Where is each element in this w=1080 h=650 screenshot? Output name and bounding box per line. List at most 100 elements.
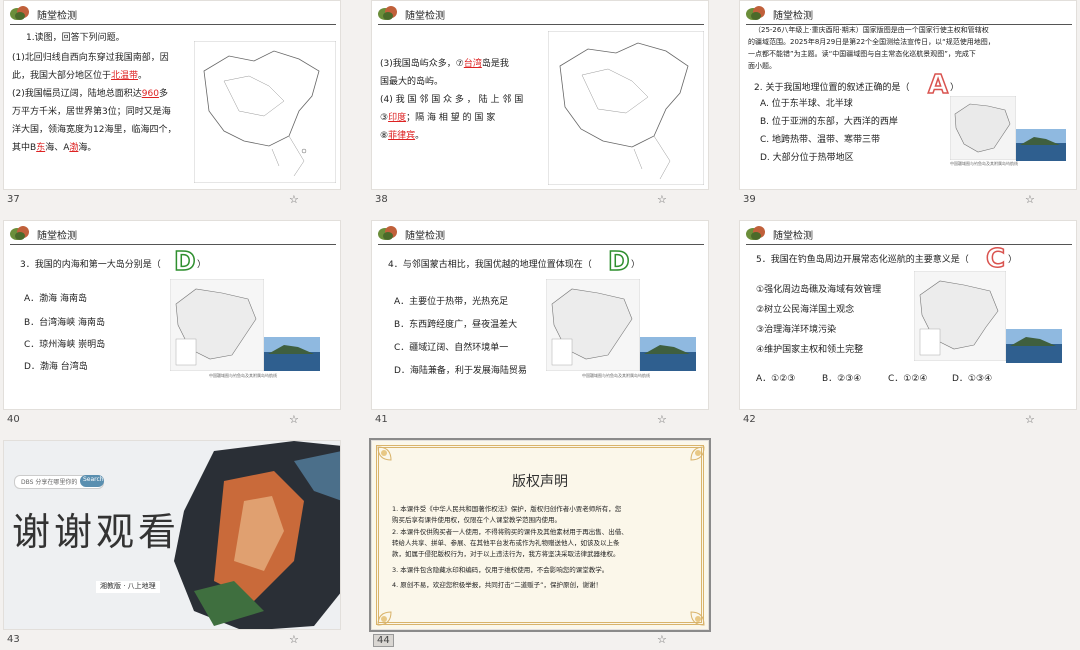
question-close: ） — [1008, 255, 1018, 265]
text-line: (3)我国岛屿众多，⑦台湾岛是我 — [380, 59, 509, 69]
island-photo — [1006, 329, 1062, 363]
china-map-outline — [194, 41, 336, 183]
leaf-logo-icon — [378, 6, 397, 20]
slide-number: 40 — [7, 414, 20, 425]
map-caption: 中国疆域图与钓鱼岛及其附属岛屿航线 — [209, 373, 277, 378]
copyright-line: 1. 本课件受《中华人民共和国著作权法》保护，版权归创作者小贾老师所有，您 — [392, 505, 622, 513]
slide-number: 43 — [7, 634, 20, 645]
island-photo — [1016, 129, 1066, 161]
question-close: ） — [950, 83, 960, 93]
statement: ②树立公民海洋国土观念 — [756, 305, 855, 315]
answer-badge: D — [607, 247, 630, 277]
china-map-outline — [548, 31, 704, 185]
slide-header: 随堂检测 — [378, 5, 704, 25]
star-icon[interactable]: ☆ — [1025, 193, 1035, 206]
option: C．疆域辽阔、自然环境单一 — [394, 343, 509, 353]
copyright-line: 转给人共享、拼单、参展、在其他平台发布或作为礼物赠送他人，如该及以上条 — [392, 539, 620, 547]
star-icon[interactable]: ☆ — [289, 633, 299, 646]
passage-line: 一点都不能错”为主题。读“中国疆域图与自主常态化巡航景观图”，完成下 — [748, 50, 976, 58]
text-line: 此，我国大部分地区位于北温带。 — [12, 71, 148, 81]
china-map-image — [546, 279, 640, 371]
subtitle-tag: 湘教版 · 八上地理 — [96, 581, 160, 593]
cover-title: 谢谢观看 — [12, 510, 181, 554]
header-title: 随堂检测 — [773, 11, 813, 22]
search-button[interactable]: Search — [80, 475, 104, 487]
copyright-line: 购买后享有课件使用权，仅限在个人课堂教学范围内使用。 — [392, 516, 561, 524]
slide-number: 37 — [7, 194, 20, 205]
question-close: ） — [631, 260, 641, 270]
slide-header: 随堂检测 — [746, 5, 1072, 25]
text-line: 其中B东海、A渤海。 — [12, 143, 97, 153]
passage-line: （25-26八年级上·重庆酉阳·期末）国家版图是由一个国家行使主权和管辖权 — [754, 26, 989, 34]
slide-number: 41 — [375, 414, 388, 425]
statement: ④维护国家主权和领土完整 — [756, 345, 864, 355]
copyright-line: 款，如属于侵犯版权行为，对于以上违法行为，我方将坚决采取法律武器维权。 — [392, 550, 620, 558]
corner-ornament-icon — [377, 611, 392, 626]
choice: B．②③④ — [822, 374, 862, 384]
option: D．渤海 台湾岛 — [24, 362, 88, 372]
passage-line: 的疆域范围。2025年8月29日是第22个全国测绘法宣传日，以“规范使用地图， — [748, 38, 995, 46]
slide-number: 42 — [743, 414, 756, 425]
question-text: 4．与邻国蒙古相比，我国优越的地理位置体现在（ — [388, 260, 592, 270]
island-photo — [264, 337, 320, 371]
passage-line: 面小题。 — [748, 62, 776, 70]
question-intro: 1.读图，回答下列问题。 — [26, 33, 125, 43]
copyright-title: 版权声明 — [512, 474, 568, 490]
leaf-logo-icon — [378, 226, 397, 240]
slide-header: 随堂检测 — [10, 5, 336, 25]
answer-badge: D — [173, 247, 196, 277]
option: B．东西跨经度广，昼夜温差大 — [394, 320, 518, 330]
answer-badge: A — [927, 70, 949, 100]
choice: C．①②④ — [888, 374, 928, 384]
star-icon[interactable]: ☆ — [289, 193, 299, 206]
option: D. 大部分位于热带地区 — [760, 153, 854, 163]
star-icon[interactable]: ☆ — [657, 193, 667, 206]
text-line: (4) 我 国 邻 国 众 多 ， 陆 上 邻 国 — [380, 95, 524, 105]
option: D．海陆兼备，利于发展海陆贸易 — [394, 366, 527, 376]
copyright-line: 4. 原创不易，欢迎您积极举报，共同打击“二道贩子”，保护原创，谢谢！ — [392, 581, 603, 589]
leaf-logo-icon — [746, 226, 765, 240]
map-caption: 中国疆域图与钓鱼岛及其附属岛屿航线 — [582, 373, 650, 378]
answer-text: 北温带 — [111, 71, 139, 81]
slide-number: 38 — [375, 194, 388, 205]
leaf-logo-icon — [10, 226, 29, 240]
star-icon[interactable]: ☆ — [657, 413, 667, 426]
option: A．主要位于热带，光热充足 — [394, 297, 509, 307]
text-line: ⑧菲律宾。 — [380, 131, 425, 141]
option: B. 位于亚洲的东部，大西洋的西岸 — [760, 117, 898, 127]
header-title: 随堂检测 — [37, 11, 77, 22]
header-divider — [746, 24, 1072, 25]
copyright-line: 2. 本课件仅供购买者一人使用，不得将购买的课件及其他素材用于再出售、出借、 — [392, 528, 628, 536]
choice: D．①③④ — [952, 374, 993, 384]
search-placeholder: DBS 分享在哪里你的 — [21, 479, 78, 486]
option: C. 地跨热带、温带、寒带三带 — [760, 135, 881, 145]
answer-text: 960 — [141, 89, 159, 99]
corner-ornament-icon — [690, 611, 705, 626]
header-title: 随堂检测 — [37, 231, 77, 242]
statement: ③治理海洋环境污染 — [756, 325, 837, 335]
text-line: ③印度；隔 海 相 望 的 国 家 — [380, 113, 496, 123]
star-icon[interactable]: ☆ — [1025, 413, 1035, 426]
text-line: (1)北回归线自西向东穿过我国南部，因 — [12, 53, 169, 63]
option: C．琼州海峡 崇明岛 — [24, 340, 106, 350]
question-text: 5．我国在钓鱼岛周边开展常态化巡航的主要意义是（ — [756, 255, 969, 265]
leaf-logo-icon — [10, 6, 29, 20]
slide-number-selected: 44 — [373, 634, 394, 647]
star-icon[interactable]: ☆ — [289, 413, 299, 426]
leaf-logo-icon — [746, 6, 765, 20]
statement: ①强化周边岛礁及海域有效管理 — [756, 285, 882, 295]
answer-badge: C — [985, 244, 1006, 274]
question-text: 3．我国的内海和第一大岛分别是（ — [20, 260, 161, 270]
slide-number: 39 — [743, 194, 756, 205]
china-map-image — [914, 271, 1006, 361]
header-divider — [746, 244, 1072, 245]
star-icon[interactable]: ☆ — [657, 633, 667, 646]
china-map-image — [950, 96, 1016, 160]
question-close: ） — [197, 260, 207, 270]
island-photo — [640, 337, 696, 371]
header-title: 随堂检测 — [405, 231, 445, 242]
option: B．台湾海峡 海南岛 — [24, 318, 106, 328]
text-line: 万平方千米，居世界第3位；同时又是海 — [12, 107, 171, 117]
slide-header: 随堂检测 — [10, 225, 336, 245]
china-map-image — [170, 279, 264, 371]
